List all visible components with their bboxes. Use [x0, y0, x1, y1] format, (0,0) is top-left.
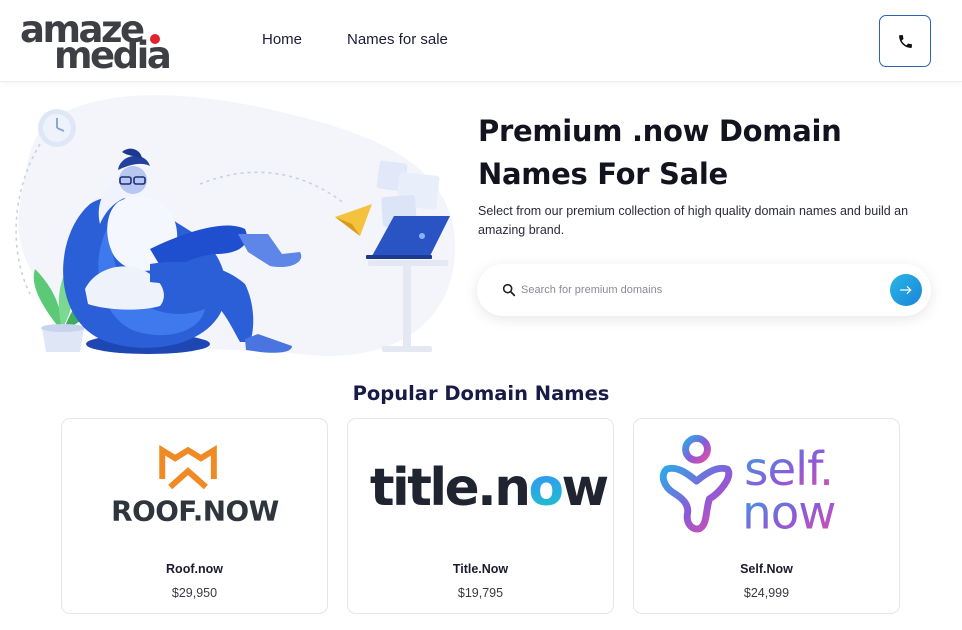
domain-card-title-now[interactable]: title.now Title.Now $19,795	[347, 418, 614, 614]
title-now-logo-o: o	[529, 458, 563, 518]
nav-names-for-sale-link[interactable]: Names for sale	[347, 31, 448, 48]
domain-name: Self.Now	[740, 562, 793, 576]
self-now-logo: self. now	[659, 434, 836, 540]
title-now-logo-text: title.n	[370, 458, 529, 518]
domain-name: Roof.now	[166, 562, 223, 576]
domain-name: Title.Now	[452, 562, 509, 576]
person-mark-icon	[659, 434, 733, 533]
amaze-media-logo[interactable]: amaze media	[20, 10, 195, 74]
clock-icon	[38, 109, 76, 147]
arrow-right-icon	[900, 286, 912, 294]
logo-line-2: media	[54, 34, 172, 77]
popular-domains-title: Popular Domain Names	[352, 382, 610, 405]
self-now-logo-line2: now	[742, 486, 835, 540]
site-header: amaze media Home Names for sale	[0, 0, 962, 82]
title-now-logo: title.now	[370, 458, 610, 518]
domain-price: $24,999	[743, 586, 790, 600]
hero-title: Premium .now Domain Names For Sale	[478, 114, 842, 191]
domain-card-roof-now[interactable]: ROOF.NOW Roof.now $29,950	[61, 418, 328, 614]
search-icon	[502, 283, 516, 297]
phone-button[interactable]	[879, 15, 931, 67]
roof-mark-icon	[159, 444, 217, 490]
domain-card-self-now[interactable]: self. now Self.Now $24,999	[633, 418, 900, 614]
svg-text:title.now: title.now	[370, 458, 608, 518]
roof-now-logo: ROOF.NOW	[111, 444, 279, 528]
phone-icon	[898, 34, 912, 48]
search-submit-button[interactable]	[890, 274, 922, 306]
domain-search-input[interactable]	[521, 278, 881, 302]
domain-search-bar	[477, 264, 931, 316]
nav-home-link[interactable]: Home	[262, 31, 302, 48]
domain-price: $19,795	[457, 586, 504, 600]
hero-illustration	[15, 95, 456, 356]
domain-price: $29,950	[171, 586, 218, 600]
roof-now-logo-text: ROOF.NOW	[111, 495, 279, 528]
title-now-logo-w: w	[562, 458, 608, 518]
hero-subtitle: Select from our premium collection of hi…	[478, 204, 909, 237]
